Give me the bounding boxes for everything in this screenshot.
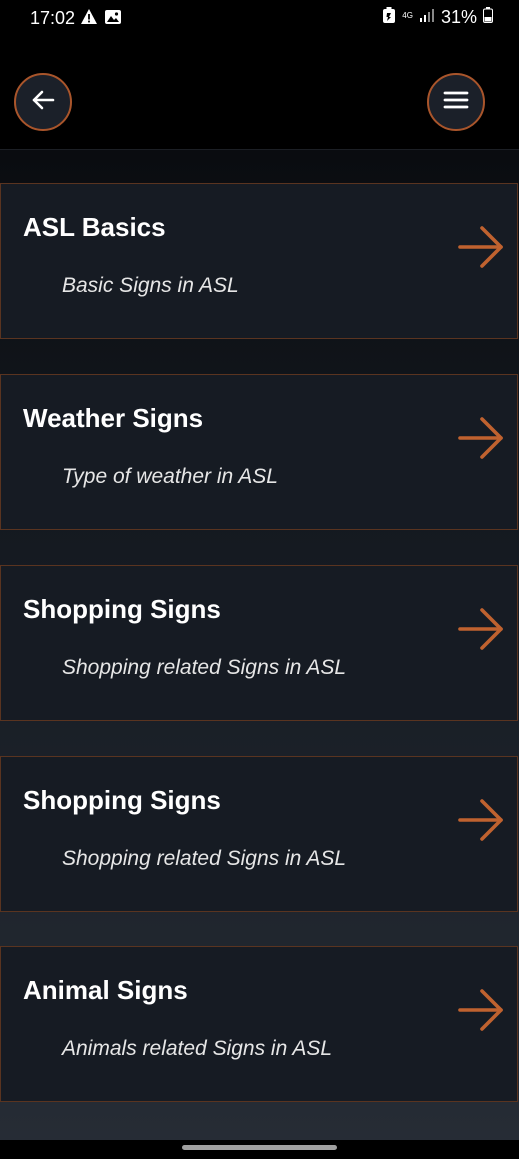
signal-icon [419,7,435,28]
card-title: Weather Signs [23,403,204,433]
status-system-icons: 4G 31% [382,6,493,29]
arrow-right-icon[interactable] [456,413,506,463]
arrow-right-icon[interactable] [456,222,506,272]
battery-saver-icon [382,6,396,29]
image-icon [104,8,122,31]
category-card-shopping-signs[interactable]: Shopping Signs Shopping related Signs in… [0,565,518,721]
network-type: 4G [402,10,413,20]
card-title: ASL Basics [23,212,166,242]
card-subtitle: Animals related Signs in ASL [62,1037,333,1060]
category-card-weather-signs[interactable]: Weather Signs Type of weather in ASL [0,374,518,530]
card-subtitle: Basic Signs in ASL [62,274,239,297]
status-notification-icons [80,8,122,31]
card-title: Animal Signs [23,975,188,1005]
arrow-right-icon[interactable] [456,985,506,1035]
arrow-right-icon[interactable] [456,604,506,654]
card-subtitle: Shopping related Signs in ASL [62,847,347,870]
warning-icon [80,8,98,31]
hamburger-menu-icon [443,89,469,116]
card-subtitle: Type of weather in ASL [62,465,278,488]
category-card-shopping-signs-2[interactable]: Shopping Signs Shopping related Signs in… [0,756,518,912]
menu-button[interactable] [427,73,485,131]
back-button[interactable] [14,73,72,131]
status-bar: 17:02 4G 31% [0,0,519,40]
card-title: Shopping Signs [23,785,221,815]
home-indicator[interactable] [182,1145,337,1150]
arrow-left-icon [30,87,56,118]
category-list: ASL Basics Basic Signs in ASL Weather Si… [0,150,519,1140]
top-app-bar [0,40,519,150]
card-title: Shopping Signs [23,594,221,624]
category-card-animal-signs[interactable]: Animal Signs Animals related Signs in AS… [0,946,518,1102]
card-subtitle: Shopping related Signs in ASL [62,656,347,679]
battery-icon [483,7,493,28]
arrow-right-icon[interactable] [456,795,506,845]
battery-percent: 31% [440,7,477,27]
category-card-asl-basics[interactable]: ASL Basics Basic Signs in ASL [0,183,518,339]
system-navigation-bar [0,1140,519,1159]
status-time: 17:02 [30,8,76,28]
